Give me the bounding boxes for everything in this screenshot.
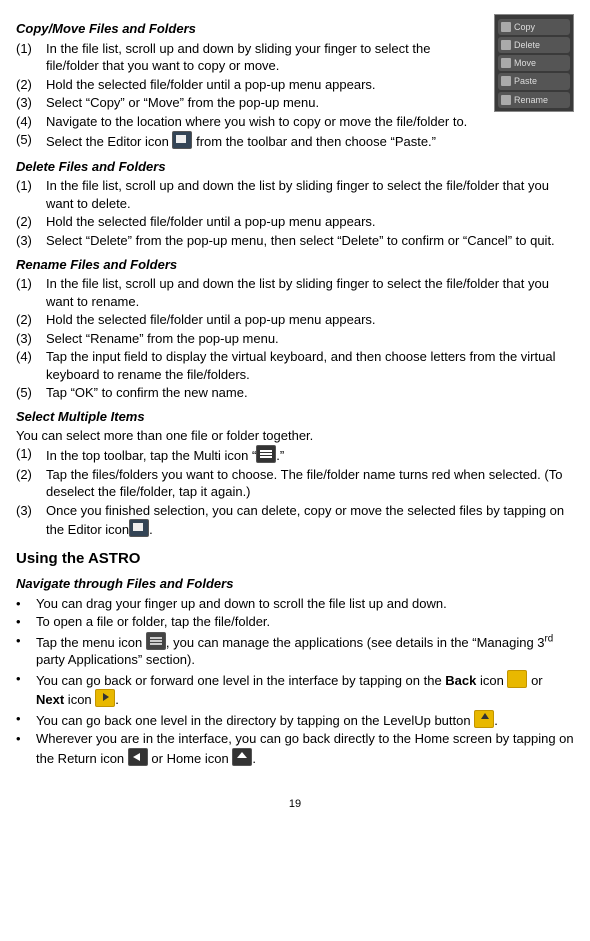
popup-move: Move: [514, 57, 536, 69]
editor-icon: [129, 519, 149, 537]
step-number: (4): [16, 348, 46, 383]
step-text: In the file list, scroll up and down the…: [46, 177, 574, 212]
step-number: (2): [16, 213, 46, 231]
step-number: (1): [16, 275, 46, 310]
step-number: (3): [16, 330, 46, 348]
step-text: Tap “OK” to confirm the new name.: [46, 384, 574, 402]
bullet-text: You can drag your finger up and down to …: [36, 595, 574, 613]
step-number: (1): [16, 445, 46, 465]
step-number: (5): [16, 384, 46, 402]
return-icon: [128, 748, 148, 766]
bullet-text: To open a file or folder, tap the file/f…: [36, 613, 574, 631]
bullet-text: You can go back one level in the directo…: [36, 710, 574, 730]
bullet: •: [16, 613, 36, 631]
step-text: In the file list, scroll up and down by …: [46, 40, 486, 75]
page-number: 19: [16, 797, 574, 812]
editor-icon: [172, 131, 192, 149]
bullet-text: Wherever you are in the interface, you c…: [36, 730, 574, 767]
step-text: Hold the selected file/folder until a po…: [46, 213, 574, 231]
bullet: •: [16, 632, 36, 669]
step-text: Select “Delete” from the pop-up menu, th…: [46, 232, 574, 250]
section-title-delete: Delete Files and Folders: [16, 158, 574, 176]
step-text: Navigate to the location where you wish …: [46, 113, 486, 131]
step-text: In the top toolbar, tap the Multi icon “…: [46, 445, 574, 465]
popup-rename: Rename: [514, 94, 548, 106]
step-number: (2): [16, 466, 46, 501]
next-icon: [95, 689, 115, 707]
multi-icon: [256, 445, 276, 463]
step-number: (3): [16, 232, 46, 250]
step-number: (3): [16, 94, 46, 112]
bullet: •: [16, 595, 36, 613]
section-intro: You can select more than one file or fol…: [16, 427, 574, 445]
step-text: Once you finished selection, you can del…: [46, 502, 574, 539]
bullet-text: Tap the menu icon , you can manage the a…: [36, 632, 574, 669]
step-text: Hold the selected file/folder until a po…: [46, 311, 574, 329]
bullet: •: [16, 730, 36, 767]
step-number: (3): [16, 502, 46, 539]
bullet: •: [16, 710, 36, 730]
section-title-select-multiple: Select Multiple Items: [16, 408, 574, 426]
step-number: (2): [16, 76, 46, 94]
home-icon: [232, 748, 252, 766]
menu-icon: [146, 632, 166, 650]
step-number: (4): [16, 113, 46, 131]
step-text: Select the Editor icon from the toolbar …: [46, 131, 574, 151]
popup-menu-illustration: Copy Delete Move Paste Rename: [494, 14, 574, 112]
bullet-text: You can go back or forward one level in …: [36, 670, 574, 709]
step-text: Select “Rename” from the pop-up menu.: [46, 330, 574, 348]
step-text: Hold the selected file/folder until a po…: [46, 76, 486, 94]
levelup-icon: [474, 710, 494, 728]
step-text: Tap the input field to display the virtu…: [46, 348, 574, 383]
step-number: (5): [16, 131, 46, 151]
step-text: Select “Copy” or “Move” from the pop-up …: [46, 94, 486, 112]
bullet: •: [16, 670, 36, 709]
step-number: (1): [16, 177, 46, 212]
step-number: (2): [16, 311, 46, 329]
popup-copy: Copy: [514, 21, 535, 33]
step-text: In the file list, scroll up and down the…: [46, 275, 574, 310]
step-number: (1): [16, 40, 46, 75]
section-title-navigate: Navigate through Files and Folders: [16, 575, 574, 593]
back-icon: [507, 670, 527, 688]
section-title-rename: Rename Files and Folders: [16, 256, 574, 274]
popup-paste: Paste: [514, 75, 537, 87]
section-title-copy-move: Copy/Move Files and Folders: [16, 20, 574, 38]
heading-using-astro: Using the ASTRO: [16, 549, 574, 569]
step-text: Tap the files/folders you want to choose…: [46, 466, 574, 501]
popup-delete: Delete: [514, 39, 540, 51]
